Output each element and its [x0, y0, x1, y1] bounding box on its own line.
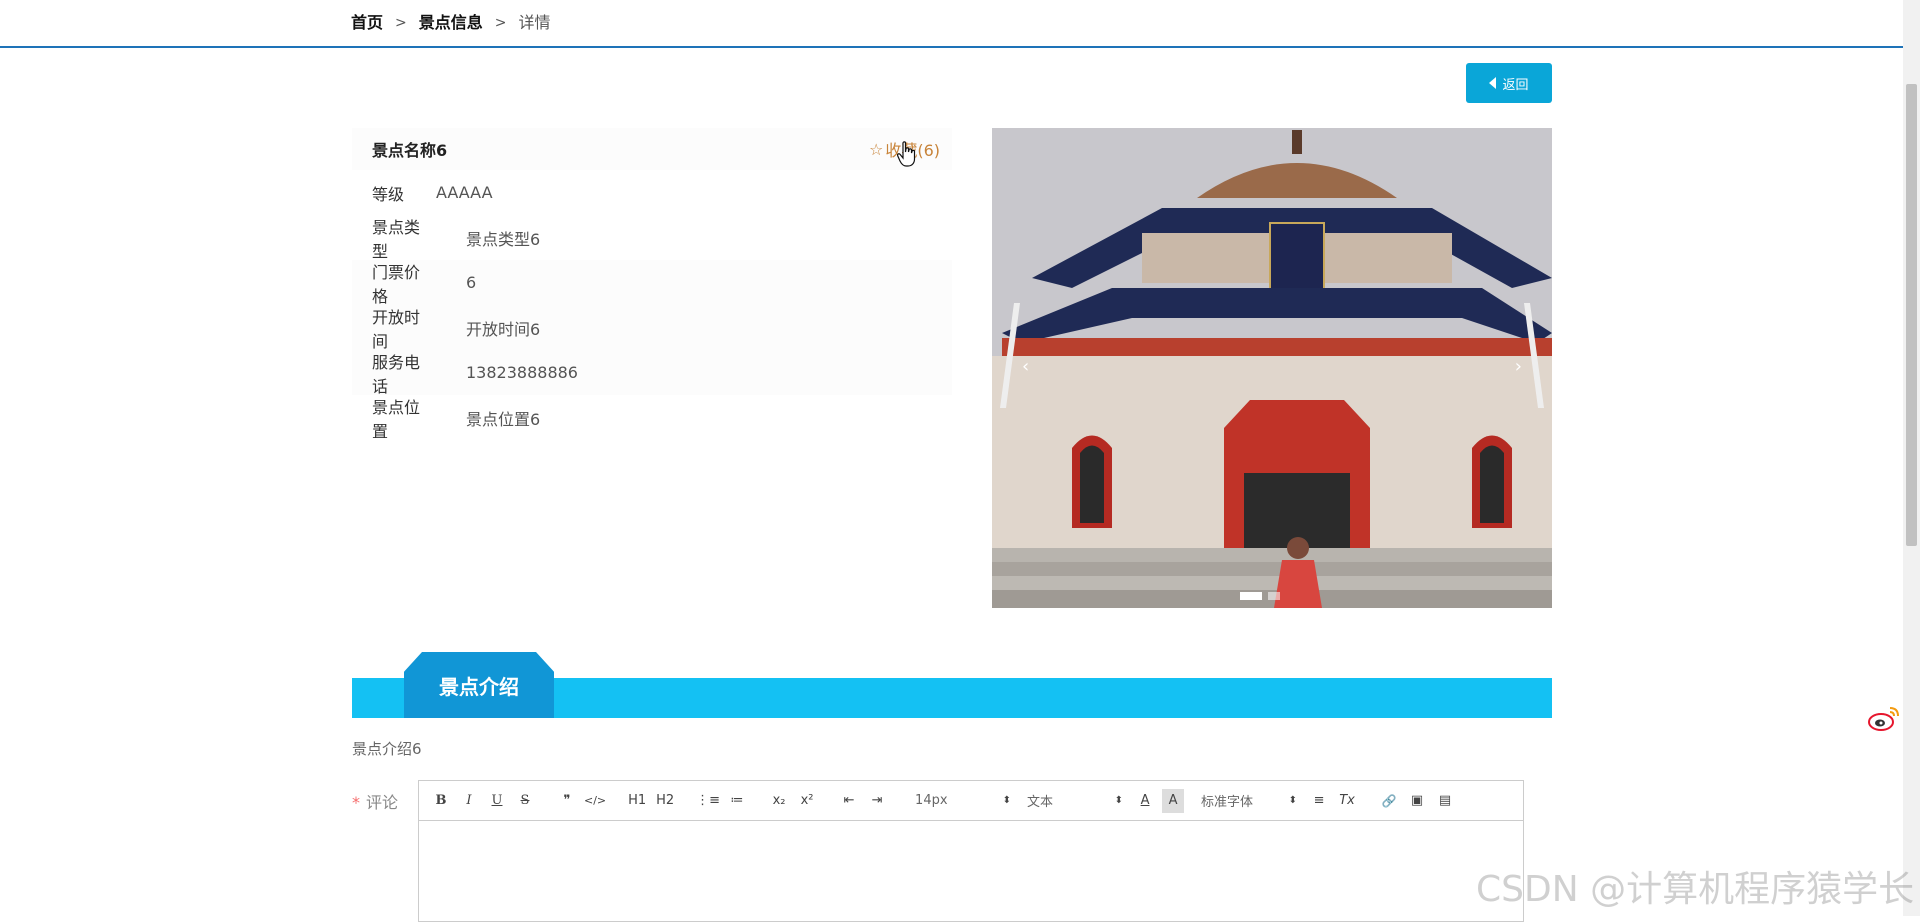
breadcrumb: 首页 > 景点信息 > 详情: [351, 12, 551, 34]
h1-button[interactable]: H1: [626, 789, 648, 813]
clear-format-button[interactable]: Tx: [1336, 789, 1358, 813]
type-label: 景点类型: [372, 217, 421, 261]
back-button[interactable]: 返回: [1466, 63, 1552, 103]
editor-body[interactable]: [419, 821, 1523, 921]
scrollbar-thumb[interactable]: [1906, 84, 1917, 546]
info-row-phone: 服务电话 13823888886: [352, 350, 952, 396]
weibo-icon[interactable]: [1868, 704, 1900, 732]
carousel-dot[interactable]: [1268, 592, 1280, 600]
hours-label: 开放时间: [372, 307, 421, 351]
underline-button[interactable]: U: [486, 789, 508, 813]
breadcrumb-list-link[interactable]: 景点信息: [419, 12, 483, 34]
bold-button[interactable]: B: [430, 789, 452, 813]
superscript-button[interactable]: x²: [796, 789, 818, 813]
select-caret-icon: ⬍: [1114, 795, 1124, 806]
phone-label: 服务电话: [372, 352, 421, 396]
section-title: 景点介绍: [439, 675, 519, 699]
comment-label-text: 评论: [366, 793, 399, 812]
outdent-button[interactable]: ⇤: [838, 789, 860, 813]
carousel-next-arrow[interactable]: ›: [1515, 356, 1522, 377]
attraction-name: 景点名称6: [372, 141, 448, 160]
ordered-list-button[interactable]: ⋮≡: [696, 789, 720, 813]
carousel-indicators: [1240, 592, 1280, 600]
info-row-location: 景点位置 景点位置6: [352, 395, 952, 441]
code-button[interactable]: </>: [584, 789, 606, 813]
editor-toolbar: B I U S ❞ </> H1 H2 ⋮≡ ≔ x₂ x² ⇤ ⇥ 14px ⬍…: [419, 781, 1523, 821]
location-label: 景点位置: [372, 397, 421, 441]
bullet-list-button[interactable]: ≔: [726, 789, 748, 813]
star-icon: ☆: [868, 139, 884, 159]
font-color-button[interactable]: A: [1134, 789, 1156, 813]
level-value: AAAAA: [436, 183, 493, 202]
image-carousel[interactable]: ‹ ›: [992, 128, 1552, 608]
price-value: 6: [466, 273, 477, 292]
section-header: 景点介绍: [352, 652, 1552, 718]
breadcrumb-home-link[interactable]: 首页: [351, 12, 383, 34]
font-family-select[interactable]: 标准字体 ⬍: [1201, 789, 1297, 813]
size-select-value: 14px: [915, 793, 948, 808]
level-label: 等级: [372, 184, 405, 204]
info-row-hours: 开放时间 开放时间6: [352, 305, 952, 351]
info-row-level: 等级 AAAAA: [352, 170, 952, 215]
font-family-select-value: 标准字体: [1201, 795, 1254, 810]
align-button[interactable]: ≡: [1308, 789, 1330, 813]
comment-label: * 评论: [352, 789, 398, 813]
hours-value: 开放时间6: [466, 319, 541, 339]
italic-button[interactable]: I: [458, 789, 480, 813]
breadcrumb-separator: >: [494, 15, 507, 31]
attraction-title-row: 景点名称6 ☆ 收藏(6): [352, 128, 952, 170]
top-bar: 首页 > 景点信息 > 详情: [0, 0, 1903, 48]
type-value: 景点类型6: [466, 229, 541, 249]
block-type-select[interactable]: 文本 ⬍: [1027, 789, 1123, 813]
h2-button[interactable]: H2: [654, 789, 676, 813]
subscript-button[interactable]: x₂: [768, 789, 790, 813]
caret-left-icon: [1489, 77, 1497, 89]
location-value: 景点位置6: [466, 409, 541, 429]
indent-button[interactable]: ⇥: [866, 789, 888, 813]
carousel-prev-arrow[interactable]: ‹: [1022, 356, 1029, 377]
intro-text: 景点介绍6: [352, 740, 422, 758]
required-mark: *: [352, 793, 360, 812]
attraction-photo: [992, 128, 1552, 608]
breadcrumb-current: 详情: [518, 13, 551, 32]
csdn-watermark: CSDN @计算机程序猿学长: [1476, 869, 1915, 910]
select-caret-icon: ⬍: [1288, 795, 1298, 806]
blockquote-button[interactable]: ❞: [556, 789, 578, 813]
back-button-label: 返回: [1502, 77, 1529, 93]
link-button[interactable]: 🔗: [1378, 789, 1400, 813]
size-select[interactable]: 14px ⬍: [915, 789, 1011, 813]
price-label: 门票价格: [372, 262, 421, 306]
background-color-button[interactable]: A: [1162, 788, 1185, 813]
favorite-button[interactable]: ☆ 收藏(6): [868, 137, 940, 167]
video-button[interactable]: ▤: [1434, 789, 1456, 813]
strike-button[interactable]: S: [514, 789, 536, 813]
attraction-info-panel: 景点名称6 ☆ 收藏(6) 等级 AAAAA 景点类型 景点类型6 门票价格 6…: [352, 128, 952, 441]
block-type-select-value: 文本: [1027, 795, 1054, 810]
hand-cursor-icon: [897, 141, 916, 167]
carousel-dot[interactable]: [1240, 592, 1262, 600]
info-row-type: 景点类型 景点类型6: [352, 215, 952, 261]
info-row-price: 门票价格 6: [352, 260, 952, 306]
image-button[interactable]: ▣: [1406, 789, 1428, 813]
comment-editor[interactable]: B I U S ❞ </> H1 H2 ⋮≡ ≔ x₂ x² ⇤ ⇥ 14px ⬍…: [418, 780, 1524, 922]
select-caret-icon: ⬍: [1002, 795, 1012, 806]
phone-value: 13823888886: [466, 363, 578, 382]
breadcrumb-separator: >: [395, 15, 407, 31]
